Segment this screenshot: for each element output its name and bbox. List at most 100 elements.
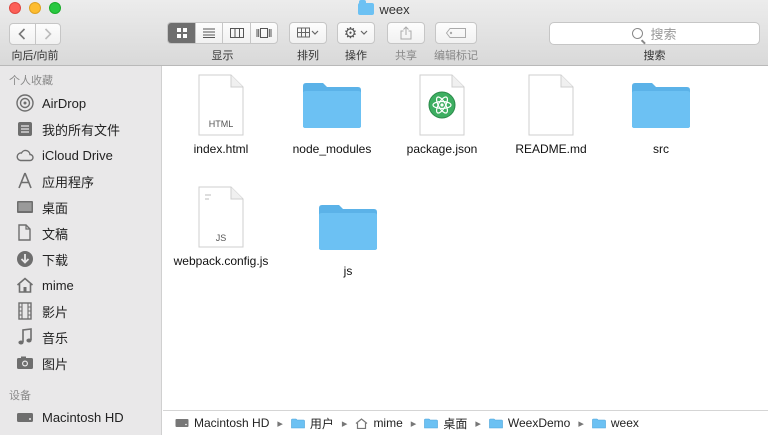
sidebar-item-macintosh-hd[interactable]: Macintosh HD — [16, 407, 156, 427]
hard-drive-icon — [16, 408, 34, 426]
sidebar-item-music[interactable]: 音乐 — [16, 327, 156, 347]
folder-icon — [291, 418, 305, 429]
home-icon — [355, 417, 368, 429]
sidebar-item-downloads[interactable]: 下载 — [16, 249, 156, 269]
desktop-icon — [16, 198, 34, 216]
path-item-weex[interactable]: weex — [592, 416, 639, 430]
file-name: README.md — [515, 142, 587, 156]
cover-flow-button[interactable] — [249, 23, 277, 43]
sidebar-item-all-files[interactable]: 我的所有文件 — [16, 119, 156, 139]
forward-button[interactable] — [34, 24, 60, 44]
path-separator: ▸ — [277, 417, 283, 430]
cover-flow-icon — [256, 28, 272, 38]
html-document-icon: HTML — [198, 74, 244, 136]
path-separator: ▸ — [410, 417, 417, 430]
sidebar-item-label: 图片 — [42, 356, 69, 372]
js-document-icon: JS — [198, 186, 244, 248]
sidebar-item-pictures[interactable]: 图片 — [16, 353, 156, 373]
folder-icon — [319, 205, 377, 250]
path-item-label: mime — [373, 416, 403, 430]
icon-view-button[interactable] — [168, 23, 196, 43]
path-item-label: weex — [610, 416, 639, 430]
sidebar-item-desktop[interactable]: 桌面 — [16, 197, 156, 217]
chevron-right-icon — [44, 28, 52, 40]
arrange-label: 排列 — [297, 50, 319, 62]
file-name: js — [343, 264, 353, 278]
file-item-readme[interactable]: README.md — [496, 74, 606, 156]
sidebar-item-applications[interactable]: 应用程序 — [16, 171, 156, 191]
applications-icon — [16, 172, 34, 190]
path-item-macintosh-hd[interactable]: Macintosh HD — [175, 416, 269, 430]
folder-icon — [489, 418, 503, 429]
downloads-icon — [16, 250, 34, 268]
window-title-text: weex — [379, 2, 410, 17]
music-icon — [16, 328, 34, 346]
grid-icon — [176, 28, 187, 38]
file-badge: HTML — [209, 119, 234, 129]
hard-drive-icon — [175, 418, 189, 428]
airdrop-icon — [16, 94, 34, 112]
tag-icon — [446, 28, 466, 38]
file-grid: HTML index.html node_modules package.jso… — [163, 66, 768, 406]
list-view-button[interactable] — [195, 23, 222, 43]
chevron-left-icon — [18, 28, 26, 40]
folder-icon — [424, 418, 439, 429]
sidebar-item-label: mime — [42, 277, 74, 293]
back-button[interactable] — [10, 24, 35, 44]
search-placeholder: 搜索 — [650, 27, 677, 42]
sidebar-item-label: 我的所有文件 — [42, 122, 121, 138]
view-label: 显示 — [211, 50, 234, 62]
path-item-weexdemo[interactable]: WeexDemo — [489, 416, 570, 430]
sidebar-item-icloud[interactable]: iCloud Drive — [16, 145, 156, 165]
path-item-label: 桌面 — [443, 416, 468, 431]
movies-icon — [16, 302, 34, 320]
arrange-button[interactable] — [289, 22, 327, 44]
sidebar-item-label: 音乐 — [42, 330, 69, 346]
documents-icon — [16, 224, 34, 242]
folder-icon — [303, 83, 361, 128]
pictures-icon — [16, 354, 34, 372]
action-label: 操作 — [345, 50, 367, 62]
atom-document-icon — [419, 74, 465, 136]
back-forward-control — [9, 23, 61, 45]
sidebar-item-label: 应用程序 — [42, 174, 95, 190]
action-button[interactable]: ⚙ — [337, 22, 375, 44]
file-item-js[interactable]: js — [293, 196, 403, 278]
file-name: webpack.config.js — [173, 254, 269, 268]
file-name: package.json — [406, 142, 478, 156]
file-item-src[interactable]: src — [606, 74, 716, 156]
path-item-users[interactable]: 用户 — [291, 415, 334, 432]
path-item-home[interactable]: mime — [355, 416, 403, 430]
arrange-icon — [297, 27, 319, 38]
sidebar-item-movies[interactable]: 影片 — [16, 301, 156, 321]
path-item-desktop[interactable]: 桌面 — [424, 415, 467, 432]
sidebar-item-label: 桌面 — [42, 200, 69, 216]
file-item-package-json[interactable]: package.json — [387, 74, 497, 156]
cloud-icon — [16, 146, 34, 164]
sidebar-item-label: 影片 — [42, 304, 69, 320]
share-icon — [400, 26, 412, 40]
sidebar-item-documents[interactable]: 文稿 — [16, 223, 156, 243]
finder-window: weex 向后/向前 显示 排列 ⚙ 操作 共享 编辑标记 搜索 搜索 个人收藏… — [0, 0, 768, 435]
search-input[interactable]: 搜索 — [549, 22, 760, 45]
path-item-label: WeexDemo — [507, 416, 571, 430]
edit-tags-button[interactable] — [435, 22, 477, 44]
sidebar-item-label: iCloud Drive — [42, 147, 113, 163]
sidebar-item-home[interactable]: mime — [16, 275, 156, 295]
file-item-index-html[interactable]: HTML index.html — [166, 74, 276, 156]
file-item-node-modules[interactable]: node_modules — [277, 74, 387, 156]
folder-icon — [632, 83, 690, 128]
path-item-label: Macintosh HD — [194, 416, 270, 430]
home-icon — [16, 276, 34, 294]
sidebar-item-airdrop[interactable]: AirDrop — [16, 93, 156, 113]
devices-header: 设备 — [9, 390, 31, 402]
share-button[interactable] — [387, 22, 425, 44]
list-icon — [203, 28, 216, 38]
file-name: src — [653, 142, 669, 156]
document-icon — [528, 74, 574, 136]
titlebar: weex 向后/向前 显示 排列 ⚙ 操作 共享 编辑标记 搜索 搜索 — [0, 0, 768, 66]
column-view-button[interactable] — [222, 23, 249, 43]
file-item-webpack-config[interactable]: JS webpack.config.js — [166, 186, 276, 268]
search-label: 搜索 — [643, 50, 666, 62]
path-bar: Macintosh HD ▸ 用户 ▸ mime ▸ 桌面 ▸ WeexDemo… — [163, 410, 768, 435]
